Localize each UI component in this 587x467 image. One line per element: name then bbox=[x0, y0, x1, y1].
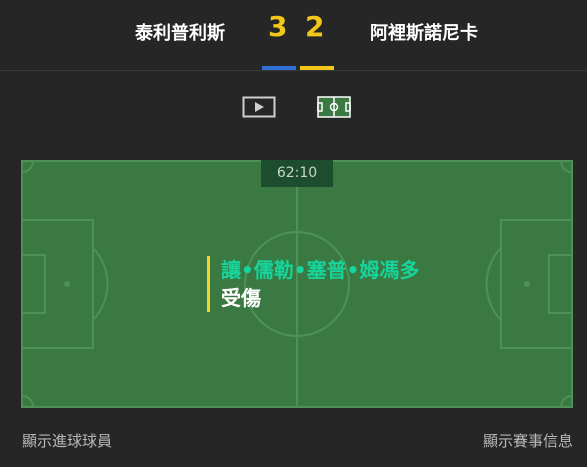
event-type-label: 受傷 bbox=[221, 286, 261, 310]
event-player-name: 讓•儒勒•塞普•姆馮多 bbox=[221, 258, 420, 282]
away-team-color-bar bbox=[300, 66, 334, 70]
home-score: 3 bbox=[268, 10, 288, 43]
away-team-name: 阿裡斯諾尼卡 bbox=[370, 23, 478, 44]
home-team-name: 泰利普利斯 bbox=[135, 23, 225, 44]
play-video-icon[interactable] bbox=[242, 96, 276, 118]
pitch-icon[interactable] bbox=[317, 96, 351, 118]
show-goal-scorers-link[interactable]: 顯示進球球員 bbox=[22, 430, 112, 451]
match-event: 讓•儒勒•塞普•姆馮多 受傷 bbox=[207, 256, 419, 312]
home-team-color-bar bbox=[262, 66, 296, 70]
away-score: 2 bbox=[305, 10, 325, 43]
show-match-info-link[interactable]: 顯示賽事信息 bbox=[483, 430, 573, 451]
scoreboard-header: 泰利普利斯 3 2 阿裡斯諾尼卡 bbox=[0, 0, 587, 71]
match-clock: 62:10 bbox=[261, 160, 333, 187]
